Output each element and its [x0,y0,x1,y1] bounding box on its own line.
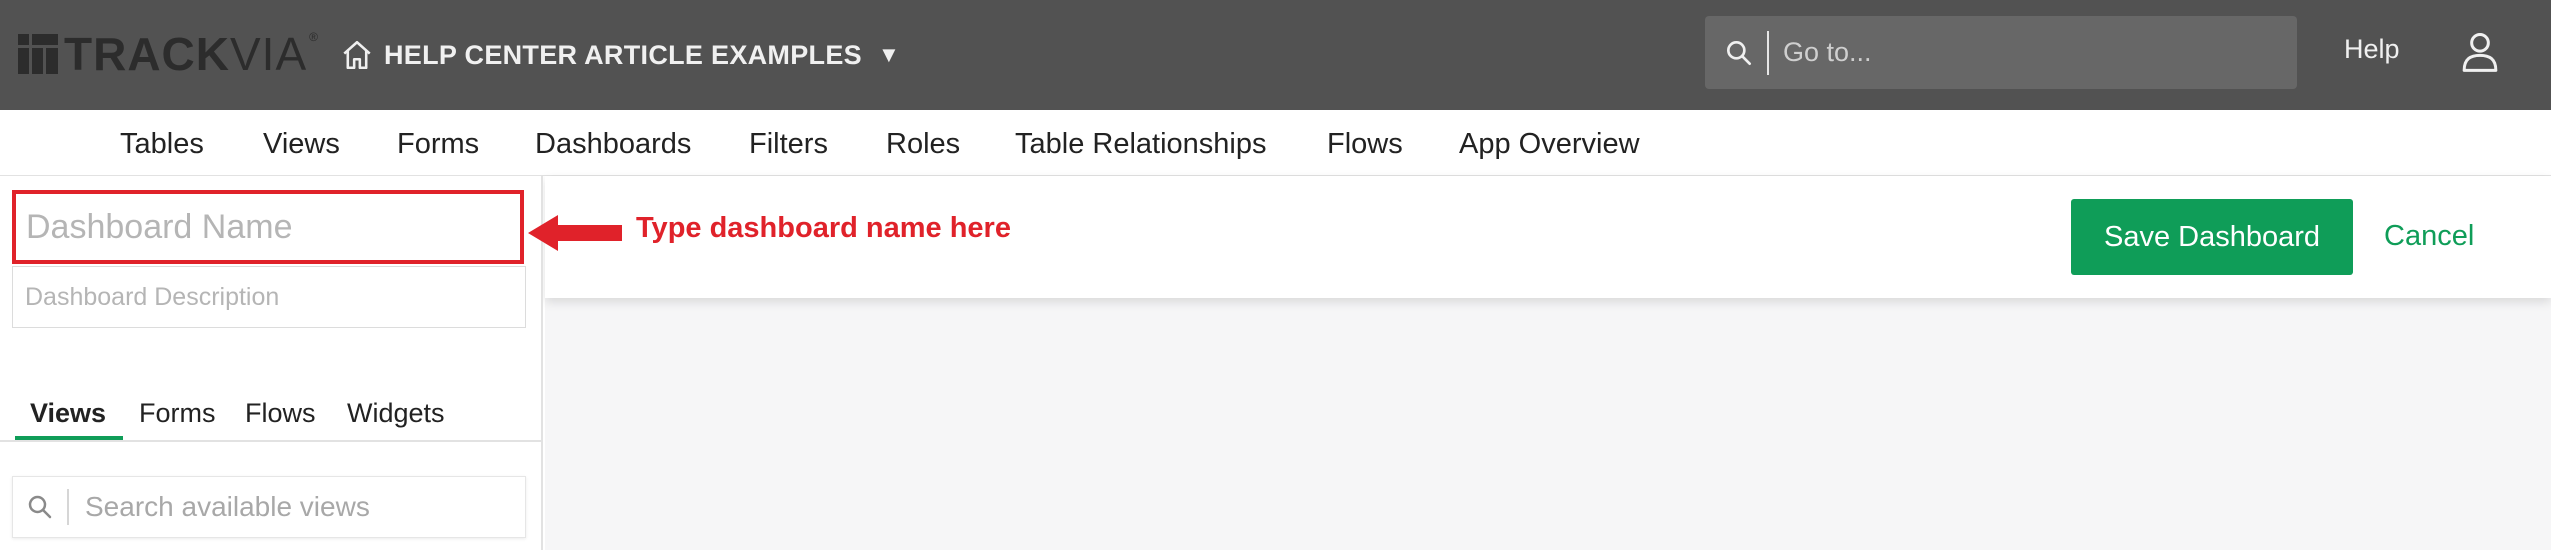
goto-input[interactable] [1783,37,2263,68]
top-header: TRACKVIA ® HELP CENTER ARTICLE EXAMPLES ▼… [0,0,2551,110]
arrow-left-icon [528,215,622,251]
nav-filters[interactable]: Filters [749,128,828,161]
tab-views[interactable]: Views [30,398,106,429]
nav-tables[interactable]: Tables [120,128,204,161]
logo-text-light: VIA [229,28,308,80]
nav-roles[interactable]: Roles [886,128,960,161]
logo-text: TRACKVIA ® [64,31,319,77]
annotation-text: Type dashboard name here [636,212,1011,244]
nav-dashboards[interactable]: Dashboards [535,128,691,161]
dashboard-editor-panel: Views Forms Flows Widgets [0,176,543,550]
nav-app-overview[interactable]: App Overview [1459,128,1640,161]
active-tab-indicator [15,436,123,440]
dashboard-description-field[interactable] [12,266,526,328]
goto-search[interactable] [1705,16,2297,89]
nav-forms[interactable]: Forms [397,128,479,161]
dashboard-name-field[interactable] [12,190,524,264]
caret-down-icon: ▼ [877,42,900,67]
tab-flows[interactable]: Flows [245,398,316,429]
search-icon [1727,40,1751,65]
logo-trademark: ® [309,30,319,44]
nav-flows[interactable]: Flows [1327,128,1403,161]
logo-grid-icon [18,34,58,74]
app-nav-bar: Tables Views Forms Dashboards Filters Ro… [0,110,2551,176]
user-icon[interactable] [2460,30,2500,74]
logo-text-bold: TRACK [64,28,230,80]
tab-forms[interactable]: Forms [139,398,216,429]
dashboard-name-input[interactable] [16,194,520,260]
search-icon [28,495,52,519]
search-divider [1767,30,1769,75]
nav-views[interactable]: Views [263,128,340,161]
app-name: HELP CENTER ARTICLE EXAMPLES [384,39,862,70]
search-views-input[interactable] [85,491,505,523]
search-divider [67,489,69,525]
search-views-field[interactable] [12,476,526,538]
trackvia-logo[interactable]: TRACKVIA ® [18,24,319,84]
nav-table-relationships[interactable]: Table Relationships [1015,128,1266,161]
widget-source-tabs: Views Forms Flows Widgets [0,386,541,442]
tab-widgets[interactable]: Widgets [347,398,445,429]
help-link[interactable]: Help [2344,34,2400,65]
home-icon [343,40,371,70]
dashboard-description-input[interactable] [13,267,525,327]
cancel-link[interactable]: Cancel [2384,220,2474,253]
app-switcher[interactable]: HELP CENTER ARTICLE EXAMPLES ▼ [340,30,900,80]
save-dashboard-button[interactable]: Save Dashboard [2071,199,2353,275]
